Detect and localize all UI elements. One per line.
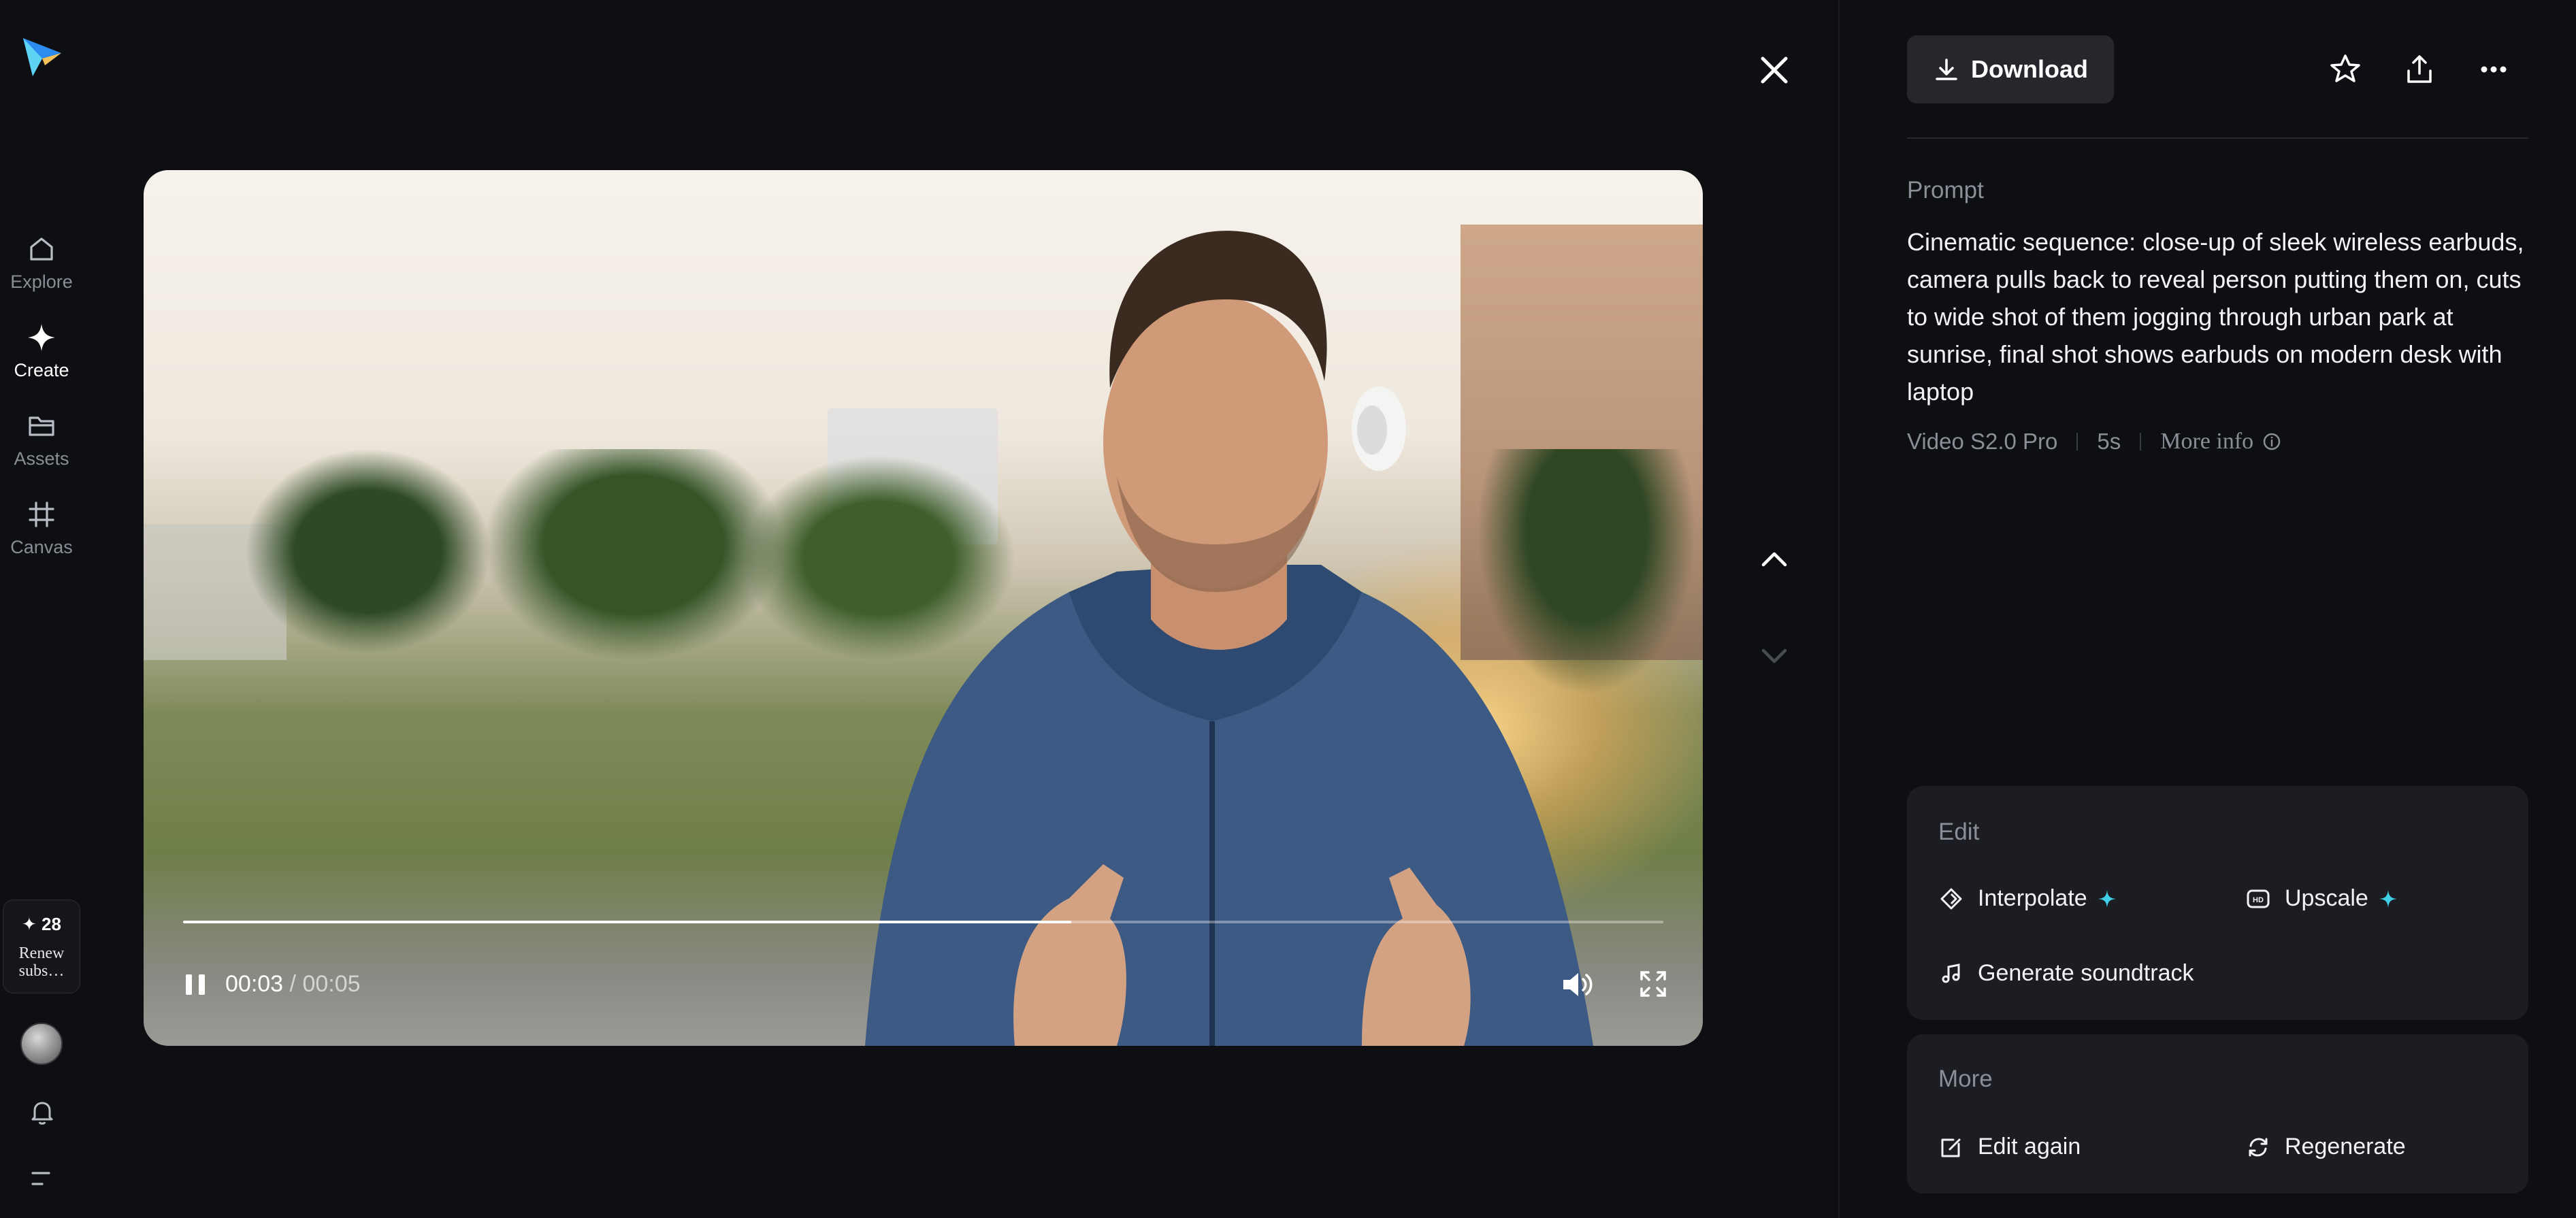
bell-icon[interactable] bbox=[27, 1097, 57, 1127]
upscale-label: Upscale bbox=[2285, 885, 2368, 911]
sidebar: Explore Create Assets Canvas ✦ 28 Renew … bbox=[0, 0, 83, 1218]
svg-text:HD: HD bbox=[2253, 896, 2264, 904]
more-card-title: More bbox=[1938, 1066, 1993, 1092]
header-divider bbox=[1907, 137, 2528, 139]
sidebar-item-label: Explore bbox=[10, 271, 73, 292]
meta-separator bbox=[2076, 433, 2078, 450]
edit-again-button[interactable]: Edit again bbox=[1938, 1134, 2081, 1160]
sidebar-item-label: Create bbox=[14, 359, 69, 380]
sidebar-item-label: Canvas bbox=[10, 536, 73, 557]
credits-badge[interactable]: ✦ 28 Renew subs… bbox=[3, 900, 80, 993]
sparkle-icon bbox=[28, 323, 55, 351]
video-time: 00:03 / 00:05 bbox=[225, 969, 361, 999]
app-root: Explore Create Assets Canvas ✦ 28 Renew … bbox=[0, 0, 2576, 1218]
interpolate-label: Interpolate bbox=[1978, 885, 2087, 911]
info-icon bbox=[2263, 433, 2281, 450]
sidebar-item-label: Assets bbox=[14, 448, 69, 469]
generation-meta: Video S2.0 Pro 5s More info bbox=[1907, 429, 2282, 455]
interpolate-button[interactable]: Interpolate bbox=[1938, 885, 2117, 912]
app-logo-icon[interactable] bbox=[18, 33, 65, 80]
panel-divider bbox=[1838, 0, 1840, 1218]
chevron-down-icon[interactable] bbox=[1757, 641, 1792, 671]
grid-frame-icon bbox=[29, 501, 54, 527]
regenerate-button[interactable]: Regenerate bbox=[2245, 1134, 2406, 1160]
sidebar-item-assets[interactable]: Assets bbox=[0, 401, 83, 476]
premium-sparkle-icon bbox=[2379, 889, 2397, 908]
share-icon[interactable] bbox=[2400, 50, 2439, 88]
sidebar-item-canvas[interactable]: Canvas bbox=[0, 490, 83, 565]
download-button[interactable]: Download bbox=[1907, 35, 2114, 103]
avatar[interactable] bbox=[20, 1023, 63, 1065]
refresh-icon bbox=[2249, 1138, 2268, 1156]
more-info-label: More info bbox=[2160, 429, 2254, 454]
upscale-button[interactable]: HD Upscale bbox=[2245, 885, 2398, 912]
regenerate-label: Regenerate bbox=[2285, 1134, 2406, 1159]
duration: 00:05 bbox=[302, 971, 361, 997]
menu-icon[interactable] bbox=[29, 1167, 56, 1190]
folder-icon bbox=[29, 416, 54, 436]
sidebar-item-explore[interactable]: Explore bbox=[0, 225, 83, 299]
edit-icon bbox=[1941, 1138, 1961, 1157]
prompt-label: Prompt bbox=[1907, 177, 1984, 203]
generate-soundtrack-label: Generate soundtrack bbox=[1978, 960, 2194, 986]
video-progress-bar[interactable] bbox=[183, 921, 1663, 923]
pause-icon[interactable] bbox=[180, 970, 210, 1000]
renew-subscription-link[interactable]: Renew subs… bbox=[7, 944, 76, 980]
generate-soundtrack-button[interactable]: Generate soundtrack bbox=[1938, 960, 2194, 987]
video-player[interactable]: 00:03 / 00:05 bbox=[144, 170, 1703, 1046]
edit-card-title: Edit bbox=[1938, 819, 1980, 845]
premium-sparkle-icon bbox=[2098, 889, 2116, 908]
current-time: 00:03 bbox=[225, 971, 284, 997]
more-card: More Edit again Regenerate bbox=[1907, 1034, 2528, 1194]
video-length: 5s bbox=[2097, 429, 2121, 454]
star-icon[interactable] bbox=[2326, 50, 2364, 88]
home-icon bbox=[30, 237, 53, 261]
credits-count: ✦ 28 bbox=[22, 914, 61, 934]
hd-icon: HD bbox=[2247, 889, 2270, 908]
edit-again-label: Edit again bbox=[1978, 1134, 2081, 1159]
video-frame-person bbox=[865, 231, 1593, 1046]
download-label: Download bbox=[1971, 55, 2088, 83]
time-separator: / bbox=[283, 971, 303, 997]
sidebar-item-create[interactable]: Create bbox=[0, 313, 83, 388]
music-note-icon bbox=[1942, 963, 1960, 983]
download-icon bbox=[1936, 59, 1957, 80]
more-info-link[interactable]: More info bbox=[2160, 429, 2282, 455]
close-icon[interactable] bbox=[1755, 50, 1794, 90]
edit-card: Edit Interpolate HD Upscale Generate sou… bbox=[1907, 786, 2528, 1020]
model-name: Video S2.0 Pro bbox=[1907, 429, 2058, 454]
prompt-text: Cinematic sequence: close-up of sleek wi… bbox=[1907, 228, 2524, 406]
volume-icon[interactable] bbox=[1559, 968, 1595, 1002]
video-progress-fill bbox=[183, 921, 1071, 923]
chevron-up-icon[interactable] bbox=[1757, 544, 1792, 574]
diamond-icon bbox=[1940, 888, 1962, 909]
meta-separator bbox=[2140, 433, 2142, 450]
more-options-icon[interactable] bbox=[2475, 50, 2513, 88]
fullscreen-icon[interactable] bbox=[1637, 968, 1669, 1000]
